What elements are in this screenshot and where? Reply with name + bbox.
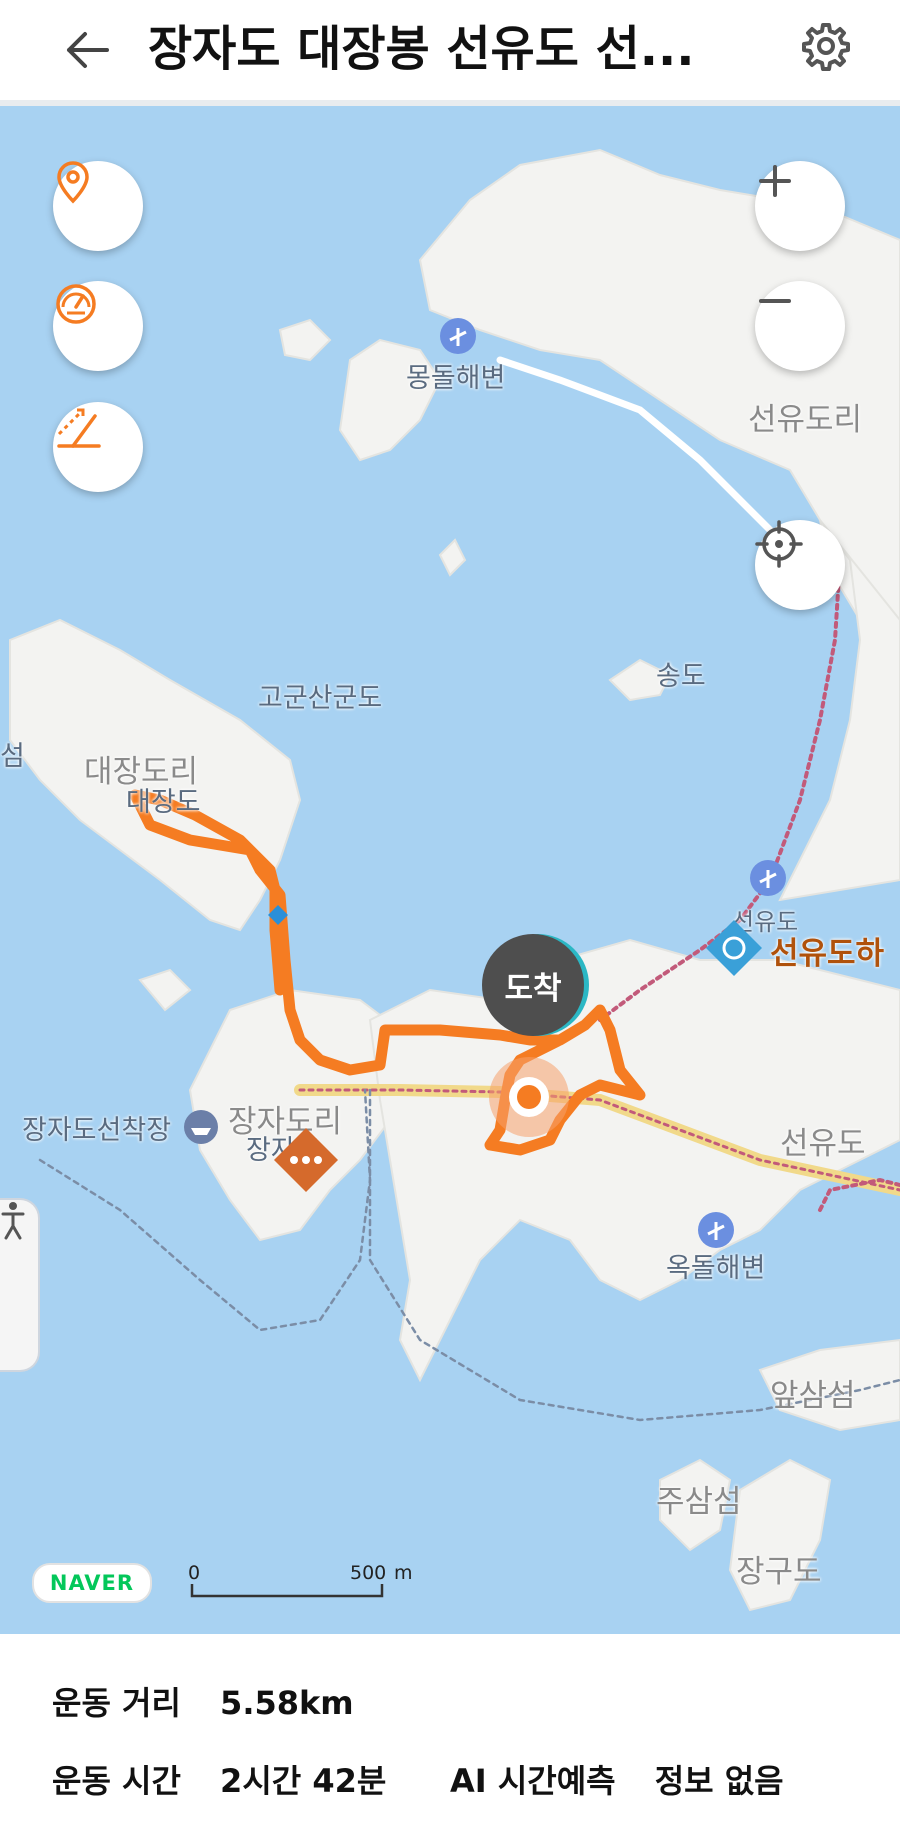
zoom-in-button[interactable] <box>755 161 845 251</box>
map-view[interactable]: 몽돌해변 선유도리 고군산군도 송도 대장도리 대장도 섬 선유도 선유도하 장… <box>0 106 900 1634</box>
label-okdol-beach: 옥돌해변 <box>666 1253 766 1284</box>
ai-row: AI 시간예측 정보 없음 <box>450 1756 784 1802</box>
label-daejangdo: 대장도 <box>126 787 201 818</box>
arrival-marker-icon <box>489 1057 569 1137</box>
label-seom-partial: 섬 <box>0 741 25 772</box>
time-value: 2시간 42분 <box>220 1762 387 1800</box>
harbor-icon[interactable] <box>704 918 764 978</box>
location-pin-icon <box>57 161 89 204</box>
land-small-1 <box>278 318 332 362</box>
time-row: 운동 시간 2시간 42분 <box>52 1756 386 1802</box>
stats-panel: 운동 거리 5.58km 운동 시간 2시간 42분 AI 시간예측 정보 없음 <box>0 1634 900 1842</box>
label-songdo: 송도 <box>656 661 706 692</box>
accessibility-tab[interactable] <box>0 1198 40 1372</box>
current-location-button[interactable] <box>755 520 845 610</box>
speedometer-button[interactable] <box>53 281 143 371</box>
distance-row: 운동 거리 5.58km <box>52 1678 354 1724</box>
scale-value: 500 <box>350 1562 387 1584</box>
ferry-icon <box>184 1110 218 1144</box>
label-seonyudo-ri: 선유도리 <box>748 402 863 438</box>
ai-value: 정보 없음 <box>654 1762 784 1800</box>
label-seonyudo: 선유도 <box>780 1126 866 1162</box>
distance-value: 5.58km <box>220 1684 354 1722</box>
zoom-out-icon <box>759 299 791 303</box>
beach-icon <box>698 1212 734 1248</box>
elevation-icon <box>57 408 101 448</box>
beach-icon <box>750 860 786 896</box>
zoom-in-icon <box>759 165 791 197</box>
page-title: 장자도 대장봉 선유도 선... <box>148 21 695 77</box>
location-pin-button[interactable] <box>53 161 143 251</box>
label-jajado-pier: 장자도선착장 <box>22 1115 172 1146</box>
label-mongdol-beach: 몽돌해변 <box>406 363 506 394</box>
person-icon <box>1 1202 25 1240</box>
scale-bar <box>190 1584 384 1598</box>
label-seonyudo-harbor: 선유도하 <box>770 936 885 972</box>
settings-button[interactable] <box>798 18 854 74</box>
waypoint-more-icon[interactable] <box>270 1124 342 1196</box>
naver-logo: NAVER <box>32 1563 152 1603</box>
elevation-button[interactable] <box>53 402 143 492</box>
label-apsamseom: 앞삼섬 <box>770 1378 856 1414</box>
ai-label: AI 시간예측 <box>450 1762 616 1800</box>
current-location-icon <box>755 520 803 568</box>
beach-icon <box>440 318 476 354</box>
land-small-3 <box>438 538 467 577</box>
app-header: 장자도 대장봉 선유도 선... <box>0 0 900 106</box>
label-gogunsangundo: 고군산군도 <box>258 683 383 714</box>
scale-unit: m <box>394 1562 413 1584</box>
scale-zero: 0 <box>188 1562 201 1584</box>
zoom-out-button[interactable] <box>755 281 845 371</box>
label-jusamseom: 주삼섬 <box>656 1484 742 1520</box>
gear-icon <box>802 23 850 71</box>
time-label: 운동 시간 <box>52 1762 181 1800</box>
arrival-bubble: 도착 <box>482 934 584 1036</box>
arrow-left-icon <box>67 32 109 68</box>
back-button[interactable] <box>56 22 116 78</box>
land-small-2 <box>138 968 192 1012</box>
label-janggudo: 장구도 <box>736 1554 822 1590</box>
distance-label: 운동 거리 <box>52 1684 181 1722</box>
speedometer-icon <box>56 284 96 324</box>
